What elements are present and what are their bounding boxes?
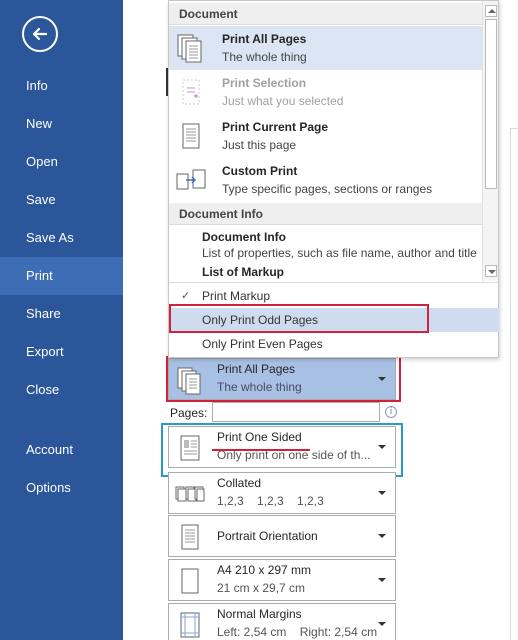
menu-divider [169, 282, 498, 283]
paper-size-icon [181, 568, 199, 594]
menu-item-print-current-page[interactable]: Print Current Page Just this page [169, 114, 482, 158]
margins-dropdown[interactable]: Normal Margins Left: 2,54 cm Right: 2,54… [168, 603, 396, 640]
chevron-down-icon [378, 622, 386, 626]
paper-size-title: A4 210 x 297 mm [217, 563, 312, 577]
collated-icon [175, 486, 205, 502]
pages-label: Pages: [170, 406, 208, 420]
menu-item-subtitle: Type specific pages, sections or ranges [222, 182, 433, 196]
menu-item-subtitle: Just this page [222, 138, 297, 152]
chevron-down-icon [378, 578, 386, 582]
menu-item-document-info[interactable]: Document Info List of properties, such a… [169, 226, 482, 262]
nav-open[interactable]: Open [0, 143, 123, 181]
custom-print-icon [176, 169, 206, 190]
pages-icon [177, 34, 202, 63]
info-icon[interactable]: i [385, 406, 397, 418]
menu-item-subtitle: List of properties, such as file name, a… [202, 246, 477, 260]
scroll-up-button[interactable] [485, 5, 497, 17]
chevron-down-icon [488, 270, 496, 274]
back-button[interactable] [22, 16, 58, 52]
section-document-info: Document Info [169, 203, 482, 225]
margins-subtitle: Left: 2,54 cm Right: 2,54 cm [217, 625, 378, 639]
menu-item-print-selection[interactable]: Print Selection Just what you selected [169, 70, 482, 114]
nav-options[interactable]: Options [0, 469, 123, 507]
blue-highlight-sides [161, 423, 403, 477]
menu-item-title: Print All Pages [222, 32, 307, 46]
chevron-down-icon [378, 491, 386, 495]
nav-close[interactable]: Close [0, 371, 123, 409]
preview-divider [510, 128, 511, 640]
margins-title: Normal Margins [217, 607, 302, 621]
page-icon [182, 123, 200, 149]
section-document: Document [169, 3, 482, 25]
pages-input[interactable] [212, 402, 380, 422]
option-label: Print Markup [202, 289, 271, 303]
portrait-icon [181, 524, 199, 550]
paper-size-subtitle: 21 cm x 29,7 cm [217, 581, 306, 595]
backstage-print-view: Info New Open Save Save As Print Share E… [0, 0, 518, 640]
nav-account[interactable]: Account [0, 431, 123, 469]
nav-share[interactable]: Share [0, 295, 123, 333]
chevron-down-icon [378, 534, 386, 538]
collation-dropdown[interactable]: Collated 1,2,3 1,2,3 1,2,3 [168, 472, 396, 514]
scroll-down-button[interactable] [485, 265, 497, 277]
nav-export[interactable]: Export [0, 333, 123, 371]
menu-item-custom-print[interactable]: Custom Print Type specific pages, sectio… [169, 158, 482, 202]
nav-info[interactable]: Info [0, 67, 123, 105]
selection-icon [182, 79, 200, 105]
orientation-title: Portrait Orientation [217, 529, 318, 543]
collation-title: Collated [217, 476, 262, 490]
nav-save[interactable]: Save [0, 181, 123, 219]
backstage-sidebar: Info New Open Save Save As Print Share E… [0, 0, 123, 640]
nav-print[interactable]: Print [0, 257, 123, 295]
menu-item-title: Print Current Page [222, 120, 329, 134]
red-highlight-odd-pages [169, 304, 429, 333]
nav-save-as[interactable]: Save As [0, 219, 123, 257]
option-label: Only Print Even Pages [202, 337, 323, 351]
menu-item-subtitle: The whole thing [222, 50, 307, 64]
chevron-up-icon [488, 9, 496, 13]
menu-item-title: List of Markup [202, 265, 285, 279]
scroll-thumb[interactable] [485, 19, 497, 189]
collation-subtitle: 1,2,3 1,2,3 1,2,3 [217, 494, 324, 508]
menu-item-list-of-markup[interactable]: List of Markup [169, 262, 482, 282]
menu-item-title: Print Selection [222, 76, 307, 90]
option-only-print-even-pages[interactable]: Only Print Even Pages [170, 332, 499, 356]
menu-item-title: Document Info [202, 230, 286, 244]
menu-item-print-all-pages[interactable]: Print All Pages The whole thing [169, 26, 482, 70]
orientation-dropdown[interactable]: Portrait Orientation [168, 515, 396, 557]
nav-new[interactable]: New [0, 105, 123, 143]
menu-item-subtitle: Just what you selected [222, 94, 344, 108]
back-arrow-icon [32, 27, 48, 41]
red-highlight-print-range [166, 356, 401, 402]
menu-item-title: Custom Print [222, 164, 298, 178]
paper-size-dropdown[interactable]: A4 210 x 297 mm 21 cm x 29,7 cm [168, 559, 396, 601]
preview-divider-tick [510, 128, 518, 129]
margins-icon [180, 612, 200, 638]
menu-scrollbar[interactable] [482, 1, 498, 281]
